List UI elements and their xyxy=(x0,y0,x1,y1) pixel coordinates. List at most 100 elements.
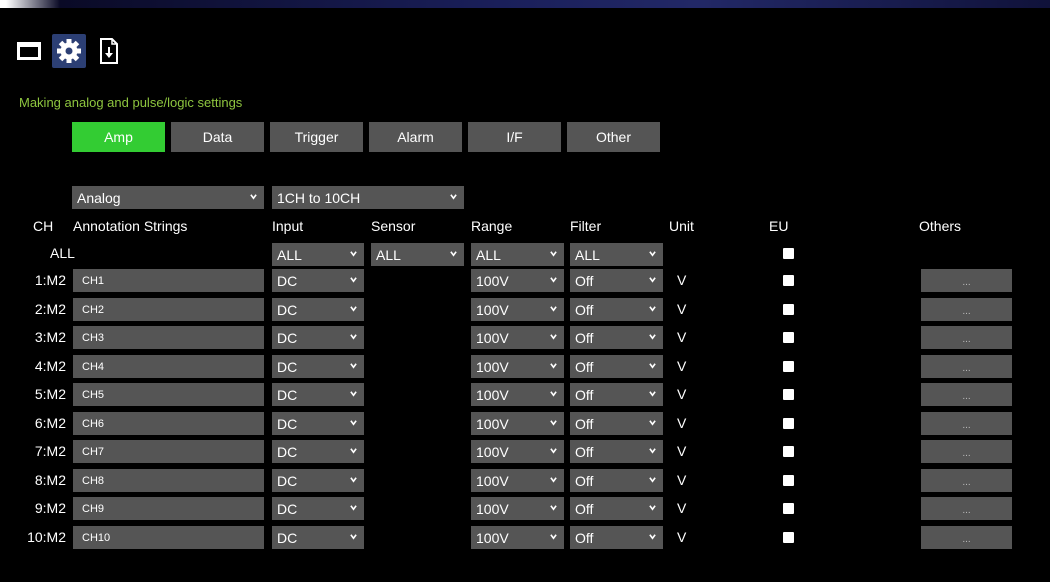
others-button[interactable]: ... xyxy=(921,383,1012,406)
all-range-select[interactable]: ALL xyxy=(471,243,564,266)
eu-checkbox[interactable] xyxy=(783,389,794,400)
eu-checkbox[interactable] xyxy=(783,275,794,286)
annotation-input[interactable]: CH3 xyxy=(73,326,264,349)
all-filter-value: ALL xyxy=(575,246,600,263)
header-filter: Filter xyxy=(570,218,602,234)
header-sensor: Sensor xyxy=(371,218,416,234)
filter-select-value: Off xyxy=(575,415,594,432)
others-button[interactable]: ... xyxy=(921,526,1012,549)
eu-checkbox[interactable] xyxy=(783,503,794,514)
range-select-value: 100V xyxy=(476,329,509,346)
range-select[interactable]: 100V xyxy=(471,383,564,406)
annotation-input[interactable]: CH2 xyxy=(73,298,264,321)
input-select[interactable]: DC xyxy=(272,383,364,406)
channel-range-select[interactable]: 1CH to 10CH xyxy=(272,186,464,209)
tab-alarm[interactable]: Alarm xyxy=(369,122,462,152)
filter-select[interactable]: Off xyxy=(570,269,663,292)
tab-data[interactable]: Data xyxy=(171,122,264,152)
chevron-down-icon xyxy=(550,251,557,257)
file-download-button[interactable] xyxy=(92,34,126,68)
range-select[interactable]: 100V xyxy=(471,440,564,463)
filter-select[interactable]: Off xyxy=(570,469,663,492)
input-select[interactable]: DC xyxy=(272,269,364,292)
range-select[interactable]: 100V xyxy=(471,355,564,378)
others-button[interactable]: ... xyxy=(921,355,1012,378)
others-button[interactable]: ... xyxy=(921,298,1012,321)
eu-checkbox[interactable] xyxy=(783,532,794,543)
range-select[interactable]: 100V xyxy=(471,469,564,492)
others-button[interactable]: ... xyxy=(921,412,1012,435)
chevron-down-icon xyxy=(649,277,656,283)
others-button[interactable]: ... xyxy=(921,269,1012,292)
chevron-down-icon xyxy=(550,306,557,312)
channel-label: 3:M2 xyxy=(34,329,66,345)
eu-checkbox[interactable] xyxy=(783,446,794,457)
input-select[interactable]: DC xyxy=(272,469,364,492)
filter-select[interactable]: Off xyxy=(570,526,663,549)
settings-button[interactable] xyxy=(52,34,86,68)
others-button[interactable]: ... xyxy=(921,469,1012,492)
others-button[interactable]: ... xyxy=(921,497,1012,520)
chevron-down-icon xyxy=(649,420,656,426)
tab-if[interactable]: I/F xyxy=(468,122,561,152)
input-select[interactable]: DC xyxy=(272,412,364,435)
channel-label: 4:M2 xyxy=(34,358,66,374)
channel-range-value: 1CH to 10CH xyxy=(277,189,361,206)
input-select-value: DC xyxy=(277,272,298,289)
module-select[interactable]: Analog xyxy=(72,186,264,209)
chevron-down-icon xyxy=(649,391,656,397)
eu-checkbox[interactable] xyxy=(783,418,794,429)
eu-checkbox-all[interactable] xyxy=(783,248,794,259)
filter-select[interactable]: Off xyxy=(570,440,663,463)
input-select[interactable]: DC xyxy=(272,298,364,321)
range-select[interactable]: 100V xyxy=(471,298,564,321)
chevron-down-icon xyxy=(550,477,557,483)
all-input-select[interactable]: ALL xyxy=(272,243,364,266)
others-button[interactable]: ... xyxy=(921,440,1012,463)
range-select[interactable]: 100V xyxy=(471,269,564,292)
all-filter-select[interactable]: ALL xyxy=(570,243,663,266)
annotation-input[interactable]: CH1 xyxy=(73,269,264,292)
input-select[interactable]: DC xyxy=(272,355,364,378)
others-button[interactable]: ... xyxy=(921,326,1012,349)
input-select[interactable]: DC xyxy=(272,326,364,349)
input-select[interactable]: DC xyxy=(272,497,364,520)
filter-select[interactable]: Off xyxy=(570,298,663,321)
input-select[interactable]: DC xyxy=(272,440,364,463)
window-button[interactable] xyxy=(12,34,46,68)
filter-select[interactable]: Off xyxy=(570,355,663,378)
unit-label: V xyxy=(677,301,687,317)
toolbar xyxy=(12,34,126,68)
annotation-input[interactable]: CH5 xyxy=(73,383,264,406)
annotation-input[interactable]: CH7 xyxy=(73,440,264,463)
annotation-input[interactable]: CH10 xyxy=(73,526,264,549)
range-select[interactable]: 100V xyxy=(471,497,564,520)
range-select[interactable]: 100V xyxy=(471,526,564,549)
unit-label: V xyxy=(677,386,687,402)
header-input: Input xyxy=(272,218,304,234)
filter-select[interactable]: Off xyxy=(570,326,663,349)
all-sensor-select[interactable]: ALL xyxy=(371,243,464,266)
tab-trigger[interactable]: Trigger xyxy=(270,122,363,152)
filter-select[interactable]: Off xyxy=(570,412,663,435)
eu-checkbox[interactable] xyxy=(783,332,794,343)
chevron-down-icon xyxy=(350,277,357,283)
input-select[interactable]: DC xyxy=(272,526,364,549)
tab-amp[interactable]: Amp xyxy=(72,122,165,152)
annotation-input[interactable]: CH6 xyxy=(73,412,264,435)
annotation-input[interactable]: CH9 xyxy=(73,497,264,520)
eu-checkbox[interactable] xyxy=(783,304,794,315)
eu-checkbox[interactable] xyxy=(783,361,794,372)
annotation-input[interactable]: CH4 xyxy=(73,355,264,378)
input-select-value: DC xyxy=(277,415,298,432)
chevron-down-icon xyxy=(250,194,257,200)
tab-other[interactable]: Other xyxy=(567,122,660,152)
eu-checkbox[interactable] xyxy=(783,475,794,486)
window-icon xyxy=(17,42,41,60)
filter-select[interactable]: Off xyxy=(570,383,663,406)
annotation-input[interactable]: CH8 xyxy=(73,469,264,492)
range-select[interactable]: 100V xyxy=(471,326,564,349)
unit-label: V xyxy=(677,443,687,459)
filter-select[interactable]: Off xyxy=(570,497,663,520)
range-select[interactable]: 100V xyxy=(471,412,564,435)
